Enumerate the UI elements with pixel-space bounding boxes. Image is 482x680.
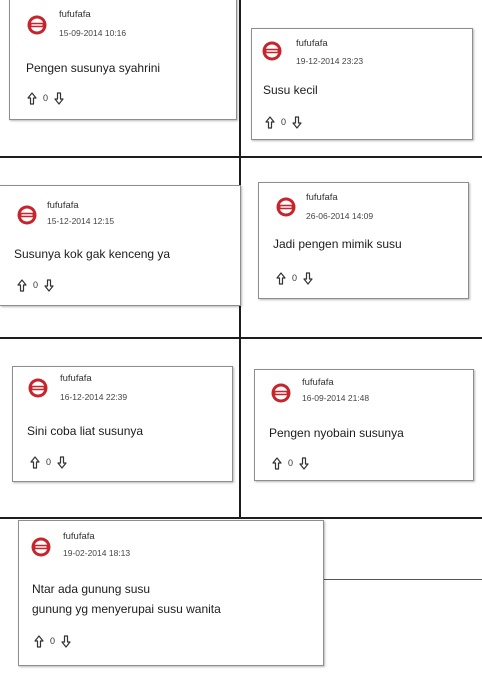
username[interactable]: fufufafa bbox=[47, 200, 79, 211]
upvote-icon[interactable] bbox=[272, 456, 282, 470]
downvote-icon[interactable] bbox=[54, 91, 64, 105]
username[interactable]: fufufafa bbox=[59, 9, 91, 20]
username[interactable]: fufufafa bbox=[60, 373, 92, 384]
username[interactable]: fufufafa bbox=[296, 38, 328, 49]
comment-text: Susunya kok gak kenceng ya bbox=[14, 247, 171, 261]
comment-text: Pengen nyobain susunya bbox=[269, 426, 404, 440]
comment-card: fufufafa 19-12-2014 23:23 Susu kecil 0 bbox=[251, 28, 473, 140]
downvote-icon[interactable] bbox=[303, 271, 313, 285]
upvote-icon[interactable] bbox=[27, 91, 37, 105]
timestamp: 19-12-2014 23:23 bbox=[296, 56, 364, 66]
vote-count: 0 bbox=[43, 93, 49, 103]
comment-text: Pengen susunya syahrini bbox=[26, 61, 161, 75]
comment-card: fufufafa 26-06-2014 14:09 Jadi pengen mi… bbox=[258, 182, 469, 299]
vote-count: 0 bbox=[33, 280, 39, 290]
avatar-icon bbox=[27, 15, 47, 35]
comment-card: fufufafa 16-09-2014 21:48 Pengen nyobain… bbox=[254, 369, 474, 481]
downvote-icon[interactable] bbox=[299, 456, 309, 470]
vote-bar: 0 bbox=[17, 278, 54, 292]
vote-count: 0 bbox=[50, 636, 56, 646]
comment-text-line-2: gunung yg menyerupai susu wanita bbox=[32, 602, 221, 616]
comment-text: Jadi pengen mimik susu bbox=[273, 237, 402, 251]
avatar-icon bbox=[262, 41, 282, 61]
avatar-icon bbox=[276, 197, 296, 217]
comment-card: fufufafa 15-12-2014 12:15 Susunya kok ga… bbox=[0, 185, 241, 306]
vote-count: 0 bbox=[288, 458, 294, 468]
avatar-icon bbox=[271, 383, 291, 403]
username[interactable]: fufufafa bbox=[306, 192, 338, 203]
downvote-icon[interactable] bbox=[44, 278, 54, 292]
timestamp: 15-09-2014 10:16 bbox=[59, 28, 127, 38]
timestamp: 15-12-2014 12:15 bbox=[47, 216, 115, 226]
username[interactable]: fufufafa bbox=[63, 531, 95, 542]
comment-text: Sini coba liat susunya bbox=[27, 424, 144, 438]
collage-divider bbox=[0, 156, 482, 158]
upvote-icon[interactable] bbox=[265, 115, 275, 129]
avatar-icon bbox=[31, 537, 51, 557]
collage-divider bbox=[322, 579, 482, 580]
downvote-icon[interactable] bbox=[57, 455, 67, 469]
downvote-icon[interactable] bbox=[292, 115, 302, 129]
vote-bar: 0 bbox=[27, 91, 64, 105]
comment-text-line-1: Ntar ada gunung susu bbox=[32, 582, 151, 596]
timestamp: 26-06-2014 14:09 bbox=[306, 211, 374, 221]
comment-card: fufufafa 19-02-2014 18:13 Ntar ada gunun… bbox=[18, 520, 324, 666]
vote-bar: 0 bbox=[34, 634, 71, 648]
downvote-icon[interactable] bbox=[61, 634, 71, 648]
comment-card: fufufafa 15-09-2014 10:16 Pengen susunya… bbox=[9, 0, 237, 120]
upvote-icon[interactable] bbox=[276, 271, 286, 285]
upvote-icon[interactable] bbox=[30, 455, 40, 469]
avatar-icon bbox=[28, 378, 48, 398]
vote-bar: 0 bbox=[265, 115, 302, 129]
timestamp: 16-12-2014 22:39 bbox=[60, 392, 128, 402]
collage-divider bbox=[0, 337, 482, 339]
timestamp: 19-02-2014 18:13 bbox=[63, 548, 131, 558]
username[interactable]: fufufafa bbox=[302, 377, 334, 388]
vote-count: 0 bbox=[292, 273, 298, 283]
vote-bar: 0 bbox=[30, 455, 67, 469]
comment-card: fufufafa 16-12-2014 22:39 Sini coba liat… bbox=[12, 366, 233, 482]
timestamp: 16-09-2014 21:48 bbox=[302, 393, 370, 403]
vote-bar: 0 bbox=[276, 271, 313, 285]
upvote-icon[interactable] bbox=[34, 634, 44, 648]
vote-count: 0 bbox=[281, 117, 287, 127]
upvote-icon[interactable] bbox=[17, 278, 27, 292]
comment-text: Susu kecil bbox=[263, 83, 318, 97]
vote-bar: 0 bbox=[272, 456, 309, 470]
collage-divider bbox=[0, 517, 482, 519]
avatar-icon bbox=[17, 205, 37, 225]
vote-count: 0 bbox=[46, 457, 52, 467]
